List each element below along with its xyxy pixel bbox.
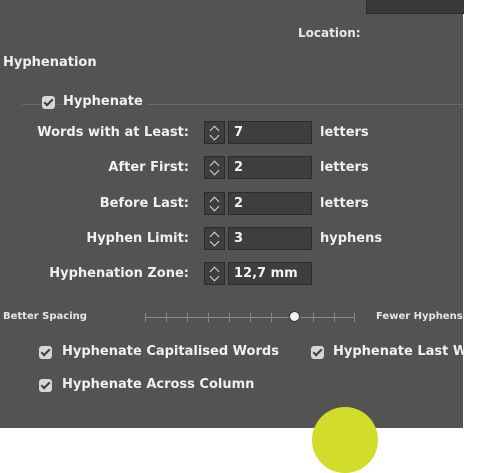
slider-thumb[interactable]: [288, 311, 300, 322]
capitalised-words-label: Hyphenate Capitalised Words: [62, 344, 279, 359]
slider-tick: [271, 313, 272, 322]
hyphen-limit-label: Hyphen Limit:: [86, 231, 189, 246]
words-min-label: Words with at Least:: [37, 125, 189, 140]
hyphen-limit-input[interactable]: 3: [228, 227, 312, 250]
slider-tick: [334, 313, 335, 322]
after-first-stepper[interactable]: [204, 156, 225, 179]
slider-tick: [145, 313, 146, 322]
last-word-checkbox[interactable]: [311, 346, 324, 359]
spacing-slider[interactable]: [145, 311, 355, 322]
chevron-down-icon[interactable]: [209, 271, 220, 282]
hyphen-limit-unit: hyphens: [320, 231, 383, 246]
chevron-down-icon[interactable]: [209, 165, 220, 176]
section-title: Hyphenation: [3, 55, 97, 70]
slider-left-label: Better Spacing: [3, 311, 87, 322]
after-first-unit: letters: [320, 160, 369, 175]
words-min-unit: letters: [320, 125, 369, 140]
words-min-input[interactable]: 7: [228, 121, 312, 144]
before-last-unit: letters: [320, 196, 369, 211]
after-first-input[interactable]: 2: [228, 156, 312, 179]
after-first-label: After First:: [108, 160, 189, 175]
hyphenation-panel: Location: Hyphenation Hyphenate Words wi…: [0, 0, 464, 428]
hyphenate-checkbox[interactable]: [42, 96, 55, 109]
location-field[interactable]: [366, 0, 464, 14]
slider-tick: [187, 313, 188, 322]
hyphenate-label: Hyphenate: [63, 94, 147, 109]
slider-tick: [166, 313, 167, 322]
accent-circle: [312, 407, 378, 473]
slider-tick: [354, 313, 355, 322]
chevron-down-icon[interactable]: [209, 130, 220, 141]
chevron-down-icon[interactable]: [209, 201, 220, 212]
hyphen-limit-stepper[interactable]: [204, 227, 225, 250]
location-label: Location:: [298, 26, 361, 40]
hyphenation-zone-input[interactable]: 12,7 mm: [228, 262, 312, 285]
capitalised-words-checkbox[interactable]: [39, 346, 52, 359]
before-last-input[interactable]: 2: [228, 192, 312, 215]
across-column-label: Hyphenate Across Column: [62, 377, 255, 392]
last-word-label: Hyphenate Last Word: [333, 344, 463, 359]
words-min-stepper[interactable]: [204, 121, 225, 144]
slider-tick: [229, 313, 230, 322]
chevron-down-icon[interactable]: [209, 236, 220, 247]
slider-tick: [208, 313, 209, 322]
slider-right-label: Fewer Hyphens: [376, 311, 463, 322]
before-last-label: Before Last:: [99, 196, 189, 211]
slider-tick: [250, 313, 251, 322]
hyphenation-zone-label: Hyphenation Zone:: [49, 266, 189, 281]
hyphenation-zone-stepper[interactable]: [204, 262, 225, 285]
before-last-stepper[interactable]: [204, 192, 225, 215]
across-column-checkbox[interactable]: [39, 379, 52, 392]
slider-tick: [313, 313, 314, 322]
